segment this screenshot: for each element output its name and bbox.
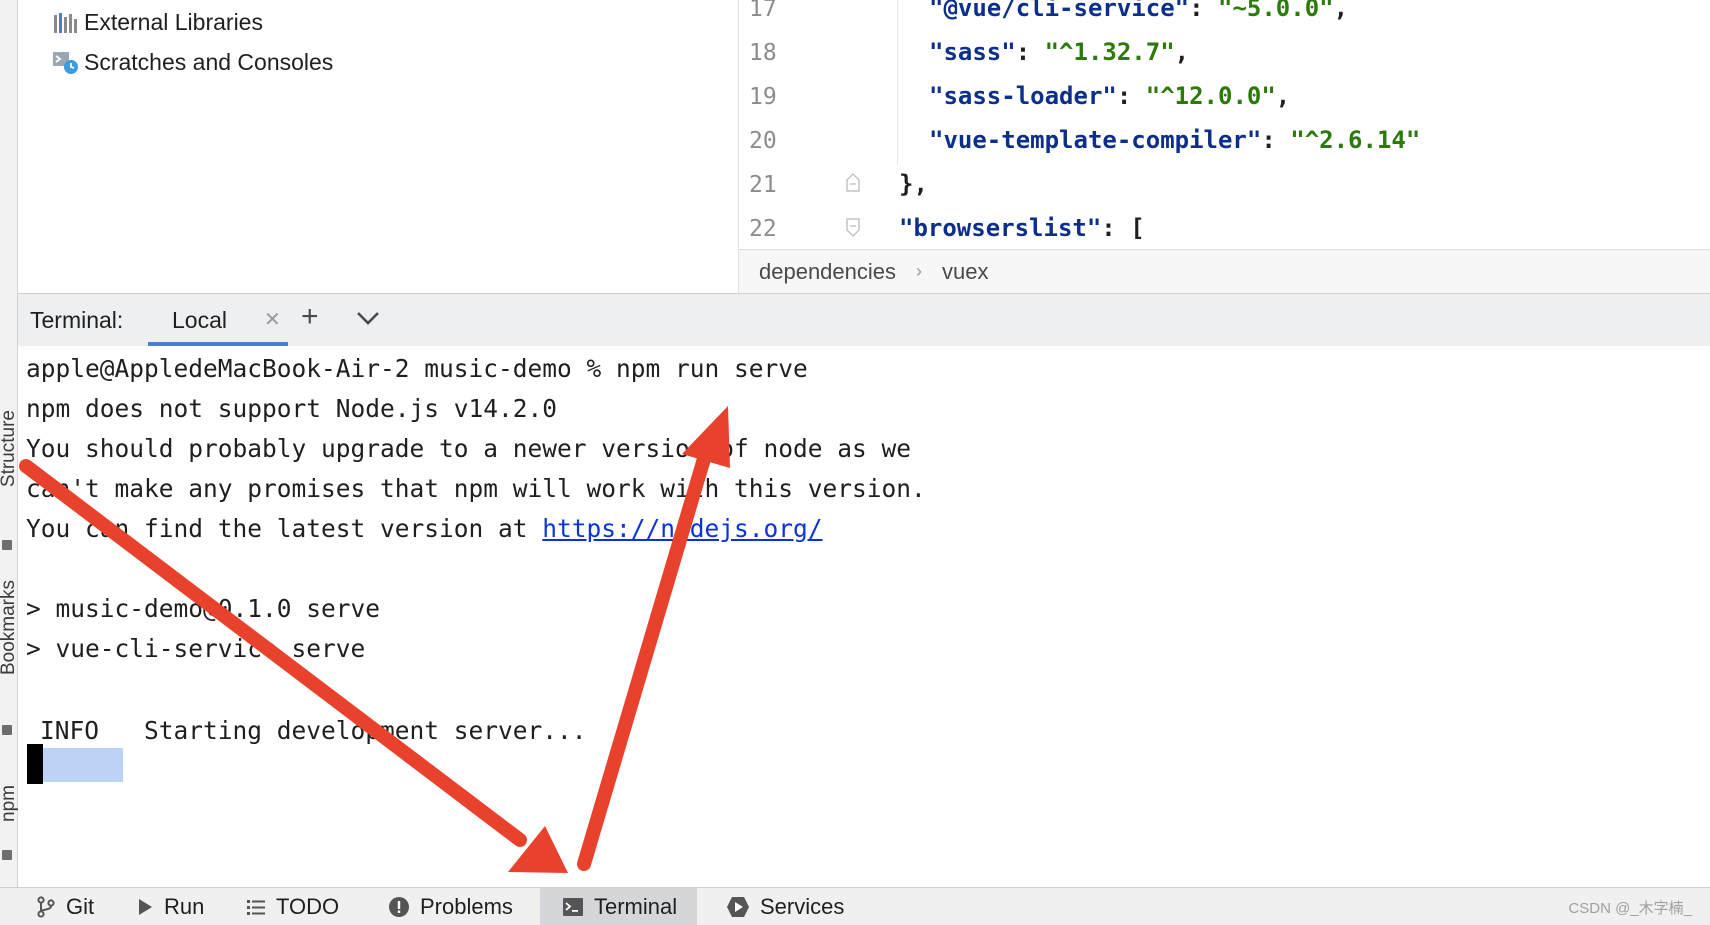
- json-brace: },: [899, 170, 928, 198]
- terminal-line-text: You can find the latest version at: [26, 514, 543, 543]
- terminal-line: apple@AppledeMacBook-Air-2 music-demo % …: [26, 354, 808, 383]
- breadcrumb-item[interactable]: vuex: [942, 259, 988, 285]
- run-tool-button[interactable]: Run: [136, 888, 204, 925]
- npm-tab[interactable]: npm: [0, 785, 19, 822]
- fold-start-icon[interactable]: [845, 218, 861, 238]
- tree-item-scratches[interactable]: Scratches and Consoles: [53, 47, 334, 77]
- chevron-down-icon[interactable]: [354, 306, 382, 330]
- terminal-cursor: [27, 744, 43, 784]
- line-number: 18: [749, 40, 777, 66]
- json-bracket: [: [1130, 214, 1145, 242]
- tree-item-label: External Libraries: [84, 8, 263, 35]
- line-number: 19: [749, 84, 777, 110]
- project-tree-pane: External Libraries Scratches and Console…: [18, 0, 737, 292]
- json-key: "browserslist": [899, 214, 1102, 242]
- json-colon: :: [1015, 38, 1045, 66]
- structure-tab[interactable]: Structure: [0, 410, 19, 487]
- terminal-line: You should probably upgrade to a newer v…: [26, 434, 912, 463]
- info-badge-label: INFO: [40, 716, 100, 745]
- structure-icon: [2, 540, 12, 550]
- terminal-tool-button[interactable]: Terminal: [540, 888, 698, 925]
- problems-icon: [389, 896, 409, 917]
- terminal-tab-local[interactable]: Local ✕: [148, 294, 288, 346]
- breadcrumb-item[interactable]: dependencies: [759, 259, 896, 285]
- line-number: 20: [749, 128, 777, 154]
- watermark: CSDN @_木字楠_: [1568, 900, 1692, 917]
- json-key: "@vue/cli-service": [929, 0, 1190, 22]
- json-colon: :: [1116, 82, 1146, 110]
- code-line: "sass-loader": "^12.0.0",: [929, 82, 1290, 110]
- terminal-icon: [563, 897, 583, 916]
- json-string: "^1.32.7": [1044, 38, 1175, 66]
- terminal-line: > vue-cli-service serve: [26, 634, 366, 663]
- terminal-output[interactable]: apple@AppledeMacBook-Air-2 music-demo % …: [18, 346, 1710, 886]
- code-line: "vue-template-compiler": "^2.6.14": [929, 126, 1420, 154]
- todo-label: TODO: [276, 893, 340, 919]
- terminal-label: Terminal: [594, 893, 678, 919]
- scratches-icon: [53, 52, 78, 74]
- services-label: Services: [760, 893, 845, 919]
- git-label: Git: [66, 893, 95, 919]
- indent-guide: [897, 0, 898, 165]
- fold-end-icon[interactable]: [845, 172, 861, 192]
- services-icon: [727, 896, 749, 917]
- info-message: Starting development server...: [144, 716, 587, 745]
- line-number: 22: [749, 216, 777, 242]
- json-key: "sass": [929, 38, 1016, 66]
- git-tool-button[interactable]: Git: [36, 888, 94, 925]
- json-colon: :: [1189, 0, 1218, 22]
- json-comma: ,: [1333, 0, 1349, 22]
- terminal-tab-label: Local: [172, 307, 227, 333]
- new-terminal-button[interactable]: +: [301, 300, 319, 334]
- line-number-gutter: 17 18 19 20 21 22: [739, 0, 860, 248]
- terminal-line: can't make any promises that npm will wo…: [26, 474, 926, 503]
- json-key: "sass-loader": [929, 82, 1117, 110]
- code-editor[interactable]: 17 18 19 20 21 22 "@vue/cli-service": "~…: [738, 0, 1710, 248]
- nodejs-link[interactable]: https://nodejs.org/: [542, 514, 822, 543]
- services-tool-button[interactable]: Services: [726, 888, 844, 925]
- terminal-line: You can find the latest version at https…: [26, 514, 823, 543]
- json-string: "^12.0.0": [1145, 82, 1276, 110]
- git-branch-icon: [37, 895, 55, 918]
- json-colon: :: [1101, 214, 1131, 242]
- json-comma: ,: [1174, 38, 1190, 66]
- left-tool-strip: Structure Bookmarks npm: [0, 0, 19, 888]
- terminal-header: Terminal: Local ✕ +: [18, 293, 1710, 347]
- json-comma: ,: [1275, 82, 1291, 110]
- todo-list-icon: [247, 899, 265, 915]
- breadcrumb: dependencies › vuex: [738, 249, 1710, 293]
- json-string: "~5.0.0": [1218, 0, 1334, 22]
- problems-label: Problems: [420, 893, 513, 919]
- code-line: "sass": "^1.32.7",: [929, 38, 1189, 66]
- terminal-line: > music-demo@0.1.0 serve: [26, 594, 381, 623]
- code-line: "@vue/cli-service": "~5.0.0",: [929, 0, 1348, 22]
- library-icon: [54, 13, 77, 33]
- chevron-right-icon: ›: [916, 261, 923, 281]
- problems-tool-button[interactable]: Problems: [388, 888, 513, 925]
- line-number: 21: [749, 172, 777, 198]
- line-number: 17: [749, 0, 777, 22]
- run-label: Run: [164, 893, 205, 919]
- close-icon[interactable]: ✕: [264, 307, 281, 332]
- run-icon: [139, 898, 152, 915]
- code-line: },: [899, 170, 928, 198]
- npm-icon: [2, 850, 12, 860]
- bookmarks-tab[interactable]: Bookmarks: [0, 580, 19, 675]
- json-key: "vue-template-compiler": [929, 126, 1262, 154]
- tree-item-label: Scratches and Consoles: [84, 48, 334, 75]
- code-line: "browserslist": [: [899, 214, 1145, 242]
- bookmarks-icon: [2, 725, 12, 735]
- json-string: "^2.6.14": [1290, 126, 1421, 154]
- tree-item-external-libraries[interactable]: External Libraries: [54, 7, 263, 37]
- todo-tool-button[interactable]: TODO: [246, 888, 339, 925]
- tool-window-bar: Git Run TODO Problems Terminal Services …: [0, 887, 1710, 925]
- terminal-title: Terminal:: [30, 307, 124, 333]
- json-colon: :: [1261, 126, 1291, 154]
- terminal-line: npm does not support Node.js v14.2.0: [26, 394, 558, 423]
